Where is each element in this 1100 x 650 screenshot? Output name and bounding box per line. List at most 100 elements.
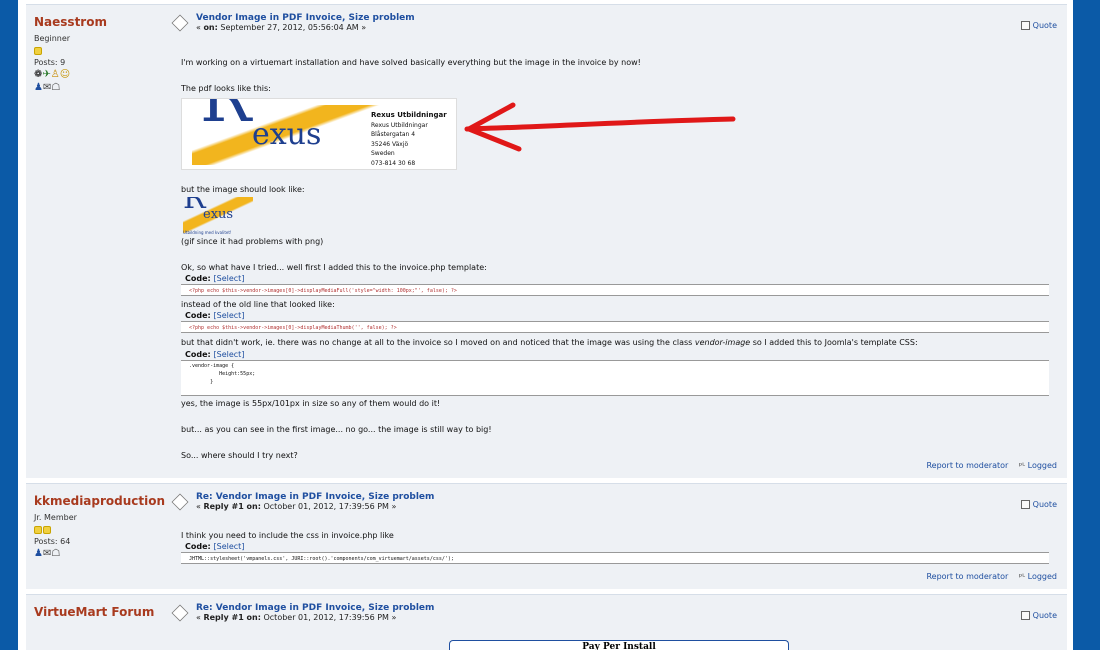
poster-contact-icons: ♟✉☖ xyxy=(34,82,164,93)
post-meta: « Reply #1 on: October 01, 2012, 17:39:5… xyxy=(196,613,396,622)
code-text: JHTML::stylesheet('vmpanels.css', JURI::… xyxy=(189,556,454,562)
code-text: <?php echo $this->vendor->images[0]->dis… xyxy=(189,288,457,294)
red-arrow-annotation xyxy=(464,102,736,152)
badge-person-icon: ♙ xyxy=(50,69,60,80)
logged-label: Logged xyxy=(1027,461,1057,470)
text-part: so I added this to Joomla's template CSS… xyxy=(750,338,918,347)
ad-banner[interactable]: Pay Per Install xyxy=(449,640,789,650)
code-label: Code: xyxy=(185,274,211,283)
logged-indicator: ᵖᴸ Logged xyxy=(1019,572,1057,581)
logo-letter: R xyxy=(183,197,206,214)
post-title-link[interactable]: Re: Vendor Image in PDF Invoice, Size pr… xyxy=(196,603,434,613)
badge-bird-icon: ✈ xyxy=(42,69,51,80)
code-header: Code: [Select] xyxy=(185,349,244,360)
star-icon xyxy=(34,526,42,534)
address-line: Sweden xyxy=(371,150,395,157)
company-name: Rexus Utbildningar xyxy=(371,111,447,119)
post-text: I'm working on a virtuemart installation… xyxy=(181,58,641,67)
star-icon xyxy=(34,47,42,55)
code-select-link[interactable]: [Select] xyxy=(214,311,245,320)
logged-icon: ᵖᴸ xyxy=(1018,461,1026,470)
meta-on: Reply #1 on: xyxy=(203,613,261,622)
poster-contact-icons: ♟✉☖ xyxy=(34,548,164,559)
post-text: yes, the image is 55px/101px in size so … xyxy=(181,399,441,408)
message-icon xyxy=(171,14,189,32)
poster-info: Naesstrom Beginner Posts: 9 ❁✈♙☺ ♟✉☖ xyxy=(34,15,164,93)
post-title-link[interactable]: Vendor Image in PDF Invoice, Size proble… xyxy=(196,13,415,23)
address-line: 073-814 30 68 xyxy=(371,159,416,167)
quote-icon xyxy=(1020,500,1030,509)
address-line: Blåstergatan 4 xyxy=(371,131,416,138)
pm-icon[interactable]: ☖ xyxy=(51,548,60,559)
post-text: but that didn't work, ie. there was no c… xyxy=(181,337,918,348)
poster-name[interactable]: kkmediaproduction xyxy=(34,494,165,508)
text-part: but that didn't work, ie. there was no c… xyxy=(181,338,695,347)
quote-label: Quote xyxy=(1032,21,1057,30)
rexus-invoice-image: R exus Rexus Utbildningar Rexus Utbildni… xyxy=(181,98,457,170)
address-line: Rexus Utbildningar xyxy=(371,121,428,129)
post-title-link[interactable]: Re: Vendor Image in PDF Invoice, Size pr… xyxy=(196,492,434,502)
logged-icon: ᵖᴸ xyxy=(1018,572,1026,581)
quote-label: Quote xyxy=(1032,611,1057,620)
poster-name[interactable]: VirtueMart Forum xyxy=(34,605,164,619)
code-text: .vendor-image { Height:55px; } xyxy=(189,363,256,385)
poster-post-count: Posts: 9 xyxy=(34,58,66,67)
meta-date: October 01, 2012, 17:39:56 PM » xyxy=(260,502,397,511)
report-to-moderator-link[interactable]: Report to moderator xyxy=(926,461,1008,470)
meta-on: Reply #1 on: xyxy=(203,502,261,511)
meta-date: October 01, 2012, 17:39:56 PM » xyxy=(260,613,397,622)
code-header: Code: [Select] xyxy=(185,541,244,552)
forum-post: VirtueMart Forum Re: Vendor Image in PDF… xyxy=(26,594,1067,650)
meta-on: on: xyxy=(203,23,218,32)
post-text: but... as you can see in the first image… xyxy=(181,425,492,434)
poster-rank: Jr. Member xyxy=(34,513,77,522)
code-text: <?php echo $this->vendor->images[0]->dis… xyxy=(189,325,397,331)
post-text: So... where should I try next? xyxy=(181,451,298,460)
code-label: Code: xyxy=(185,311,211,320)
poster-info: VirtueMart Forum xyxy=(34,605,164,619)
code-select-link[interactable]: [Select] xyxy=(214,274,245,283)
rank-stars xyxy=(34,526,164,535)
post-text: instead of the old line that looked like… xyxy=(181,300,335,309)
message-icon xyxy=(171,493,189,511)
forum-frame: Naesstrom Beginner Posts: 9 ❁✈♙☺ ♟✉☖ Ven… xyxy=(18,0,1073,650)
user-profile-icon[interactable]: ♟ xyxy=(34,82,43,93)
logged-label: Logged xyxy=(1027,572,1057,581)
star-icon xyxy=(43,526,51,534)
post-subject: Vendor Image in PDF Invoice, Size proble… xyxy=(196,13,415,33)
post-text: Ok, so what have I tried... well first I… xyxy=(181,263,487,272)
poster-info: kkmediaproduction Jr. Member Posts: 64 ♟… xyxy=(34,494,165,559)
post-text: (gif since it had problems with png) xyxy=(181,237,324,246)
code-label: Code: xyxy=(185,542,211,551)
post-meta: « Reply #1 on: October 01, 2012, 17:39:5… xyxy=(196,502,396,511)
user-profile-icon[interactable]: ♟ xyxy=(34,548,43,559)
post-text: but the image should look like: xyxy=(181,185,305,194)
quote-icon xyxy=(1020,611,1030,620)
quote-button[interactable]: Quote xyxy=(1020,611,1057,620)
post-subject: Re: Vendor Image in PDF Invoice, Size pr… xyxy=(196,603,434,623)
address-line: 35246 Växjö xyxy=(371,140,409,148)
quote-button[interactable]: Quote xyxy=(1020,500,1057,509)
code-select-link[interactable]: [Select] xyxy=(214,350,245,359)
code-block: JHTML::stylesheet('vmpanels.css', JURI::… xyxy=(181,552,1049,564)
code-block: <?php echo $this->vendor->images[0]->dis… xyxy=(181,321,1049,333)
code-select-link[interactable]: [Select] xyxy=(214,542,245,551)
post-text: I think you need to include the css in i… xyxy=(181,531,394,540)
rank-stars xyxy=(34,47,164,56)
pm-icon[interactable]: ☖ xyxy=(51,82,60,93)
forum-post: Naesstrom Beginner Posts: 9 ❁✈♙☺ ♟✉☖ Ven… xyxy=(26,4,1067,478)
code-label: Code: xyxy=(185,350,211,359)
poster-name[interactable]: Naesstrom xyxy=(34,15,164,29)
quote-button[interactable]: Quote xyxy=(1020,21,1057,30)
report-to-moderator-link[interactable]: Report to moderator xyxy=(926,572,1008,581)
forum-post: kkmediaproduction Jr. Member Posts: 64 ♟… xyxy=(26,483,1067,589)
code-header: Code: [Select] xyxy=(185,273,244,284)
message-icon xyxy=(171,604,189,622)
class-name-text: vendor-image xyxy=(694,338,751,347)
logo-text: exus xyxy=(252,117,322,152)
meta-date: September 27, 2012, 05:56:04 AM » xyxy=(217,23,367,32)
code-block: .vendor-image { Height:55px; } xyxy=(181,360,1049,396)
logged-indicator: ᵖᴸ Logged xyxy=(1019,461,1057,470)
logo-letter: R xyxy=(200,99,251,133)
post-text: The pdf looks like this: xyxy=(181,84,271,93)
